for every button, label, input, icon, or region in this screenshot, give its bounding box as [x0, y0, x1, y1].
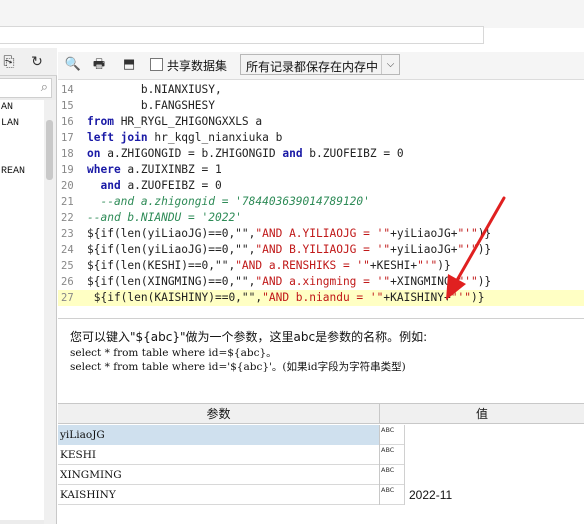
list-item[interactable] [0, 148, 44, 164]
refresh-icon[interactable]: ↻ [28, 53, 46, 71]
parameter-name: KAISHINY [58, 485, 380, 505]
share-dataset-checkbox[interactable] [150, 58, 163, 71]
arrow-head [446, 274, 466, 300]
parameter-name: KESHI [58, 445, 380, 465]
help-intro: 您可以键入"${abc}"做为一个参数，这里abc是参数的名称。例如: [70, 330, 428, 344]
parameter-value-input[interactable] [404, 465, 584, 485]
left-list: AN LAN REAN [0, 100, 44, 520]
string-type-icon[interactable]: ABC [380, 466, 402, 484]
help-example-2: select * from table where id='${abc}'。(如… [70, 361, 406, 373]
table-row[interactable]: KAISHINY ABC 2022-11 [58, 485, 584, 505]
parameter-value-input[interactable] [404, 445, 584, 465]
share-dataset-label: 共享数据集 [167, 59, 228, 73]
parameter-name: yiLiaoJG [58, 425, 380, 445]
preview-icon[interactable]: 🔍 [64, 56, 82, 74]
parameter-value-input[interactable]: 2022-11 [404, 485, 584, 505]
arrow-shaft [454, 196, 506, 284]
sql-editor[interactable]: 14 b.NIANXIUSY, 15 b.FANGSHESY 16 from HR_R… [58, 82, 584, 316]
top-bar [0, 0, 584, 28]
left-scrollbar[interactable] [44, 100, 56, 524]
parameter-table: 参数 值 yiLiaoJG ABC KESHI ABC XINGMING ABC KAISH… [58, 403, 584, 524]
scrollbar-thumb[interactable] [46, 120, 53, 180]
search-icon[interactable]: ⌕ [41, 80, 48, 95]
format-icon[interactable]: ⎘ [0, 53, 18, 71]
parameter-value-input[interactable] [404, 425, 584, 445]
column-header-value[interactable]: 值 [380, 404, 584, 424]
list-item[interactable] [0, 132, 44, 148]
parameter-name: XINGMING [58, 465, 380, 485]
string-type-icon[interactable]: ABC [380, 486, 402, 504]
list-item[interactable]: AN [0, 100, 44, 116]
left-panel: ⎘ ↻ ⌕ AN LAN REAN [0, 48, 57, 524]
help-panel: 您可以键入"${abc}"做为一个参数，这里abc是参数的名称。例如: sele… [58, 318, 584, 402]
table-row[interactable]: KESHI ABC [58, 445, 584, 465]
table-row[interactable]: yiLiaoJG ABC [58, 425, 584, 445]
annotation-arrow [446, 196, 506, 300]
storage-mode-select[interactable]: 所有记录都保存在内存中 ⌵ [240, 54, 400, 75]
print-icon[interactable]: 🖶 [90, 56, 108, 74]
export-icon[interactable]: ⬒ [120, 56, 138, 74]
table-row[interactable]: XINGMING ABC [58, 465, 584, 485]
chevron-down-icon[interactable]: ⌵ [381, 55, 399, 74]
list-item[interactable]: LAN [0, 116, 44, 132]
help-example-1: select * from table where id=${abc}。 [70, 347, 277, 359]
column-header-name[interactable]: 参数 [58, 404, 380, 424]
editor-toolbar: 🔍 🖶 ⬒ 共享数据集 所有记录都保存在内存中 ⌵ [58, 52, 584, 80]
left-toolbar: ⎘ ↻ [0, 48, 57, 76]
list-item[interactable]: REAN [0, 164, 44, 180]
left-search-input[interactable]: ⌕ [0, 78, 52, 98]
string-type-icon[interactable]: ABC [380, 426, 402, 444]
top-input-field[interactable] [0, 26, 484, 44]
string-type-icon[interactable]: ABC [380, 446, 402, 464]
storage-mode-value: 所有记录都保存在内存中 [246, 60, 379, 74]
